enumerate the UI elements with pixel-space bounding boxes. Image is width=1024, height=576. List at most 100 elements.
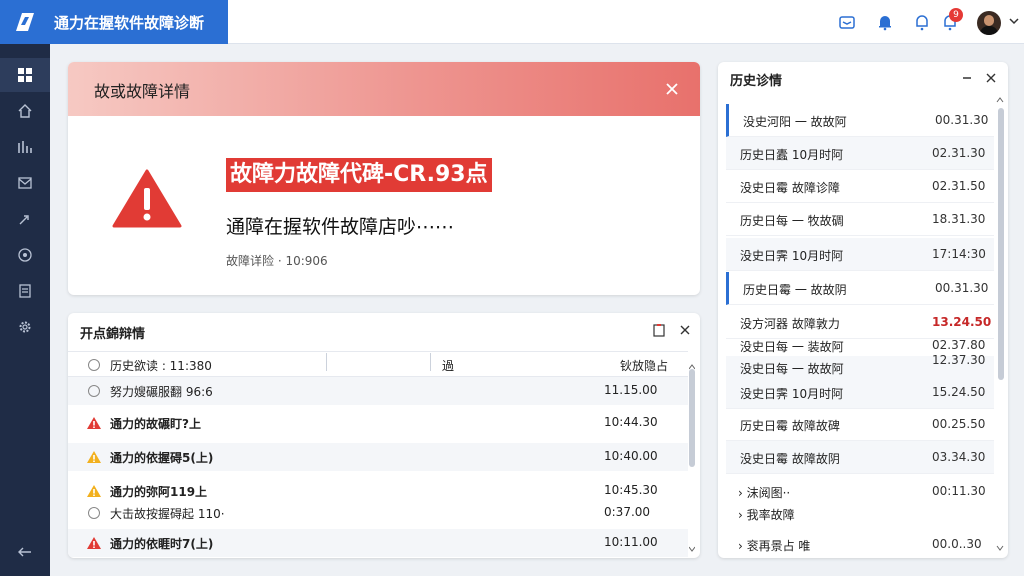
nav-monitor[interactable] [0,238,50,272]
history-row[interactable]: 没史河阳 一 故故阿 00.31.30 [726,104,994,137]
scroll-up-icon[interactable] [689,363,695,371]
event-label: 大击故按握碍起 110· [110,507,225,521]
share-icon [19,215,29,225]
scrollbar-thumb[interactable] [689,369,695,467]
left-nav [0,0,50,576]
history-card: 历史诊情 没史河阳 一 故故阿 00.31.30 历史日蠹 10月时阿 02.3… [718,62,1008,558]
history-label: 没史日霁 10月时阿 [740,387,844,401]
minimize-icon[interactable] [960,71,974,85]
chevron-down-icon[interactable] [1008,14,1020,28]
event-column-header: 历史欲读 : 11:380 [68,351,688,377]
event-time: 0:37.00 [604,505,651,519]
avatar-face [984,15,994,26]
logo-icon [16,13,34,31]
inbox-icon [839,16,855,29]
scroll-down-icon[interactable] [689,545,695,553]
event-row[interactable]: 通力的故碾盯?上 10:44.30 [68,409,688,437]
history-time: 00:11.30 [932,484,986,498]
nav-home[interactable] [0,94,50,128]
close-icon[interactable] [984,71,998,85]
warning-yellow-icon [87,451,101,463]
radio-icon[interactable] [88,385,100,397]
history-label: 没史日霁 10月时阿 [740,249,844,263]
fault-code: 故障力故障代碑-CR.93点 [226,158,492,192]
event-label: 通力的弥阿119上 [110,485,208,499]
history-label: 没方河器 故障敦力 [740,317,840,331]
history-row[interactable]: 没史日每 一 故故阿 12.37.30 [726,353,994,378]
nav-reports[interactable] [0,130,50,164]
clipboard-icon[interactable] [652,323,666,337]
radio-icon[interactable] [88,507,100,519]
history-time: 02.31.30 [932,146,986,160]
arrow-left-icon [18,547,31,557]
history-time: 02.31.50 [932,179,986,193]
nav-dashboard[interactable] [0,58,50,92]
history-time: 13.24.50 [932,315,992,329]
event-list-card: 开点錦辩情 历史欲读 : 11:380 過 钬放隐占 努力嫂碾服翻 96:6 1… [68,313,700,558]
collapsed-group[interactable]: › 衮再景占 唯 [738,537,810,554]
document-icon [19,284,31,298]
radio-icon[interactable] [88,359,100,371]
scroll-up-icon[interactable] [996,96,1004,104]
collapsed-group[interactable]: › 沫阅图·· [738,484,790,501]
fault-description: 通障在握软件故障店吵⋯⋯ [226,216,455,238]
target-icon [18,248,32,262]
event-column-right: 钬放隐占 [620,359,669,373]
history-row[interactable]: 历史日霉 故障故碑 00.25.50 [726,408,994,441]
history-row[interactable]: 历史日每 一 牧故碉 18.31.30 [726,203,994,236]
event-row[interactable]: 努力嫂碾服翻 96:6 11.15.00 [68,377,688,405]
history-time: 15.24.50 [932,385,986,399]
nav-settings[interactable] [0,310,50,344]
history-time: 00.0..30 [932,537,982,551]
event-label: 通力的故碾盯?上 [110,417,201,431]
alerts-button[interactable] [913,13,931,31]
notification-badge: 9 [949,8,963,22]
history-label: 历史日霉 一 故故阴 [743,283,847,297]
home-icon [18,104,32,118]
grid-icon [18,68,32,82]
history-row[interactable]: 没史日霉 故障故阴 03.34.30 [726,441,994,474]
title-block: 通力在握软件故障诊断 [50,0,228,44]
warning-yellow-icon [87,485,101,497]
history-row[interactable]: 历史日霉 一 故故阴 00.31.30 [726,272,994,305]
event-time: 10:11.00 [604,535,658,549]
close-icon[interactable] [662,79,682,99]
history-label: 历史日每 一 牧故碉 [740,214,844,228]
history-row[interactable]: 历史日蠹 10月时阿 02.31.30 [726,137,994,170]
scroll-down-icon[interactable] [996,544,1004,552]
history-row[interactable]: 没史日霉 故障诊障 02.31.50 [726,170,994,203]
user-avatar[interactable] [977,11,1001,35]
nav-collapse[interactable] [0,535,50,569]
close-icon[interactable] [678,323,692,337]
event-column-mid: 過 [442,359,455,373]
event-label: 通力的依睚时7(上) [110,537,214,551]
column-divider [430,353,431,371]
history-time: 18.31.30 [932,212,986,226]
event-row[interactable]: 大击故按握碍起 110· 0:37.00 [68,499,688,527]
fault-card-header: 故或故障详情 [68,62,700,116]
history-row[interactable]: 没史日霁 10月时阿 15.24.50 [726,376,994,409]
event-time: 10:45.30 [604,483,658,497]
nav-documents[interactable] [0,274,50,308]
event-label: 努力嫂碾服翻 96:6 [110,385,213,399]
event-row[interactable]: 通力的依睚时7(上) 10:11.00 [68,529,688,557]
inbox-button[interactable] [838,13,856,31]
nav-share[interactable] [0,202,50,236]
history-card-title: 历史诊情 [730,74,783,89]
history-label: 没史日霉 故障故阴 [740,452,840,466]
scrollbar-thumb[interactable] [998,108,1004,380]
avatar-body [980,26,998,35]
app-title: 通力在握软件故障诊断 [54,14,205,32]
bell-button[interactable] [876,13,894,31]
event-row[interactable]: 通力的依握碍5(上) 10:40.00 [68,443,688,471]
history-row[interactable]: 没史日霁 10月时阿 17:14:30 [726,238,994,271]
fault-card-title: 故或故障详情 [94,82,191,101]
app-logo[interactable] [0,0,50,44]
history-time: 03.34.30 [932,450,986,464]
history-label: 历史日霉 故障故碑 [740,419,840,433]
collapsed-group[interactable]: › 我率故障 [738,506,795,523]
nav-messages[interactable] [0,166,50,200]
event-label: 通力的依握碍5(上) [110,451,214,465]
history-time: 17:14:30 [932,247,986,261]
gear-icon [19,321,31,333]
